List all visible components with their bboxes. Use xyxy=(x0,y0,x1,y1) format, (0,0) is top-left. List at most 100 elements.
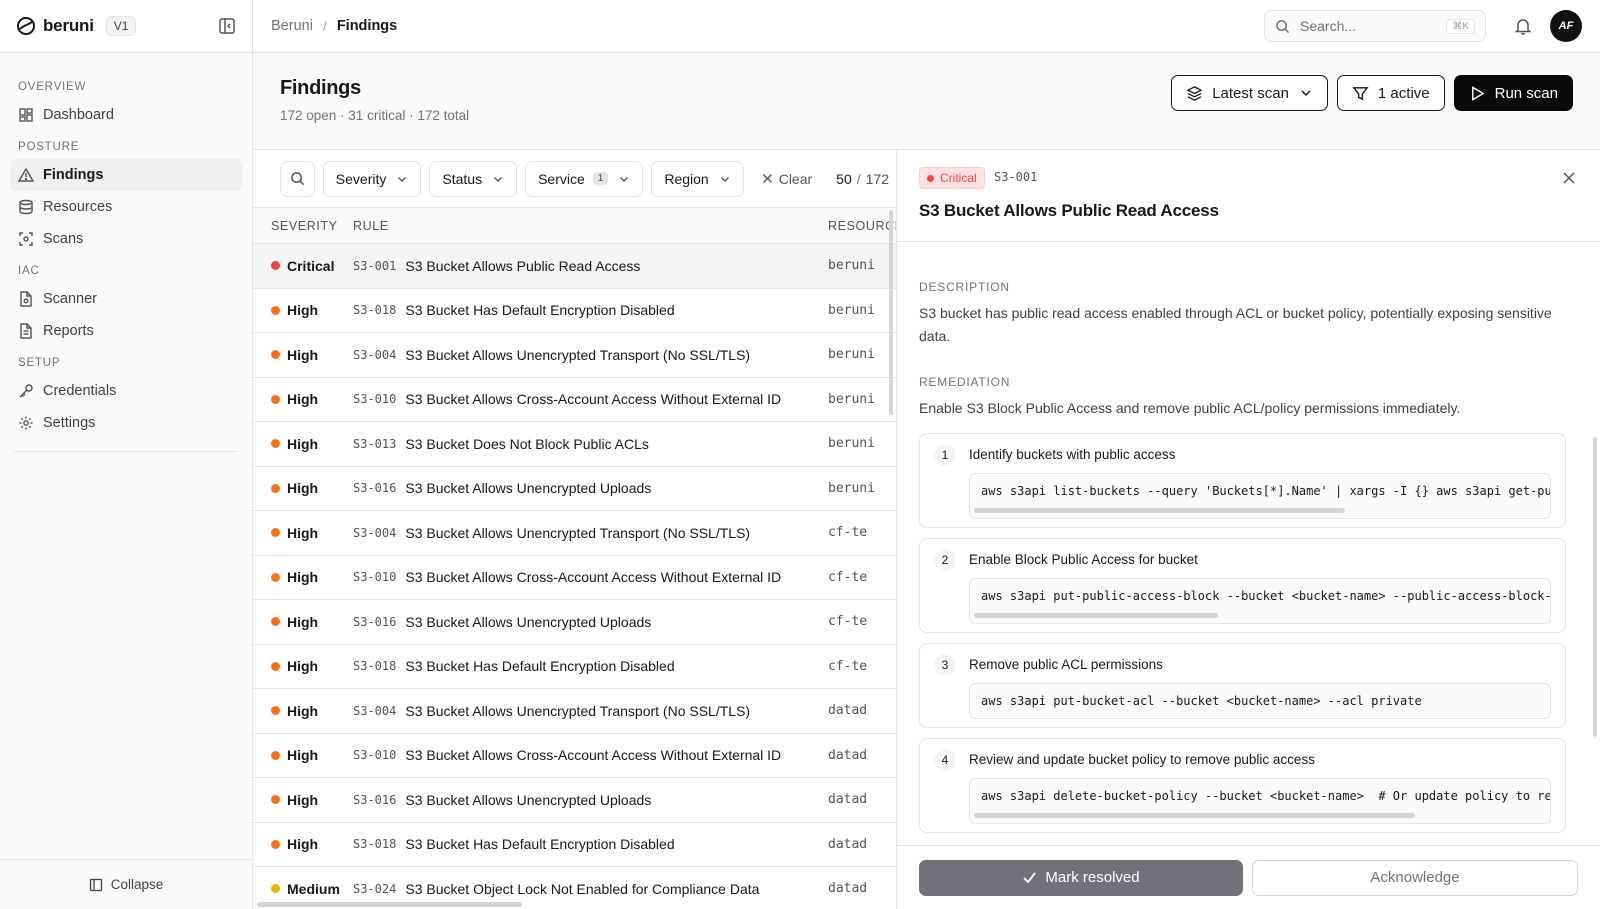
mark-resolved-button[interactable]: Mark resolved xyxy=(919,859,1243,896)
sidebar-item-label: Dashboard xyxy=(43,107,114,123)
code-scrollbar[interactable] xyxy=(974,613,1218,618)
nav-section-posture: POSTURE xyxy=(18,141,80,153)
sidebar-item-scans[interactable]: Scans xyxy=(10,223,242,255)
remediation-steps: 1 Identify buckets with public access aws … xyxy=(919,433,1566,833)
table-row[interactable]: High S3-018 S3 Bucket Has Default Encrypti… xyxy=(253,644,896,689)
filter-search-button[interactable] xyxy=(280,160,315,197)
column-header-rule[interactable]: RULE xyxy=(353,219,828,233)
beruni-logo-icon xyxy=(17,17,35,35)
column-header-severity[interactable]: SEVERITY xyxy=(253,219,353,233)
severity-label: High xyxy=(287,791,319,808)
table-row[interactable]: High S3-016 S3 Bucket Allows Unencrypted U… xyxy=(253,778,896,823)
detail-scrollbar[interactable] xyxy=(1593,437,1597,737)
sidebar-item-dashboard[interactable]: Dashboard xyxy=(10,99,242,131)
severity-badge: Critical xyxy=(919,167,985,189)
table-row[interactable]: High S3-010 S3 Bucket Allows Cross-Account… xyxy=(253,733,896,778)
avatar[interactable]: AF xyxy=(1550,10,1582,42)
bell-icon[interactable] xyxy=(1514,17,1532,35)
severity-label: High xyxy=(287,480,319,497)
finding-title: S3 Bucket Allows Public Read Access xyxy=(919,201,1219,220)
column-header-resource[interactable]: RESOURCE xyxy=(828,219,896,233)
table-row[interactable]: High S3-004 S3 Bucket Allows Unencrypted T… xyxy=(253,511,896,556)
step-command-block[interactable]: aws s3api delete-bucket-policy --bucket … xyxy=(969,778,1551,824)
rule-id: S3-004 xyxy=(353,347,397,362)
severity-cell: High xyxy=(253,836,353,852)
status-filter[interactable]: Status xyxy=(429,160,518,197)
severity-cell: High xyxy=(253,614,353,630)
table-row[interactable]: High S3-016 S3 Bucket Allows Unencrypted U… xyxy=(253,466,896,511)
version-badge: V1 xyxy=(105,16,137,36)
search-input[interactable]: Search... ⌘K xyxy=(1264,10,1486,42)
service-filter[interactable]: Service 1 xyxy=(525,160,644,197)
collapse-button[interactable]: Collapse xyxy=(0,859,252,909)
rule-cell: S3-004 S3 Bucket Allows Unencrypted Trans… xyxy=(353,347,828,363)
severity-cell: High xyxy=(253,480,353,496)
resource-cell: cf-te xyxy=(828,658,868,674)
rule-id: S3-018 xyxy=(353,303,397,318)
rule-id: S3-013 xyxy=(353,436,397,451)
severity-cell: High xyxy=(253,569,353,585)
list-vertical-scrollbar[interactable] xyxy=(889,210,893,415)
severity-cell: Critical xyxy=(253,258,353,274)
resource-cell: cf-te xyxy=(828,525,868,541)
severity-dot xyxy=(271,884,280,894)
table-row[interactable]: High S3-010 S3 Bucket Allows Cross-Account… xyxy=(253,377,896,422)
table-row[interactable]: High S3-013 S3 Bucket Does Not Block Publi… xyxy=(253,422,896,467)
acknowledge-button[interactable]: Acknowledge xyxy=(1252,859,1578,896)
detail-header: Critical S3-001 S3 Bucket Allows Public … xyxy=(897,150,1600,242)
step-number: 4 xyxy=(934,749,956,771)
sidebar-item-resources[interactable]: Resources xyxy=(10,191,242,223)
breadcrumb-separator: / xyxy=(322,18,327,34)
remediation-label: REMEDIATION xyxy=(919,375,1011,389)
rule-cell: S3-018 S3 Bucket Has Default Encryption D… xyxy=(353,836,828,852)
resource-cell: datad xyxy=(828,747,868,763)
run-scan-label: Run scan xyxy=(1494,84,1558,102)
severity-dot xyxy=(271,350,280,360)
table-row[interactable]: High S3-004 S3 Bucket Allows Unencrypted T… xyxy=(253,689,896,734)
sidebar-item-findings[interactable]: Findings xyxy=(10,159,242,191)
filter-icon xyxy=(1352,86,1369,100)
step-number: 2 xyxy=(934,549,956,571)
rule-name: S3 Bucket Has Default Encryption Disable… xyxy=(405,302,675,319)
sidebar-item-credentials[interactable]: Credentials xyxy=(10,375,242,407)
sidebar-item-settings[interactable]: Settings xyxy=(10,407,242,439)
nav-section-iac: IAC xyxy=(18,265,40,277)
rule-name: S3 Bucket Does Not Block Public ACLs xyxy=(405,435,649,452)
table-row[interactable]: High S3-016 S3 Bucket Allows Unencrypted U… xyxy=(253,600,896,645)
filters-button[interactable]: 1 active xyxy=(1336,75,1445,111)
table-row[interactable]: High S3-010 S3 Bucket Allows Cross-Account… xyxy=(253,555,896,600)
step-command-block[interactable]: aws s3api list-buckets --query 'Buckets[… xyxy=(969,473,1551,519)
sidebar-item-scanner[interactable]: Scanner xyxy=(10,283,242,315)
step-command: aws s3api put-public-access-block --buck… xyxy=(981,589,1551,603)
code-scrollbar[interactable] xyxy=(974,508,1346,513)
severity-label: High xyxy=(287,569,319,586)
table-row[interactable]: Critical S3-001 S3 Bucket Allows Public Re… xyxy=(253,244,896,289)
chevron-down-icon xyxy=(1301,90,1311,97)
step-number: 3 xyxy=(934,654,956,676)
sidebar-toggle-icon[interactable] xyxy=(218,17,236,35)
severity-label: High xyxy=(287,836,319,853)
severity-filter[interactable]: Severity xyxy=(322,160,422,197)
rule-cell: S3-013 S3 Bucket Does Not Block Public AC… xyxy=(353,436,828,452)
clear-filters-button[interactable]: Clear xyxy=(762,171,812,187)
table-row[interactable]: High S3-018 S3 Bucket Has Default Encrypti… xyxy=(253,822,896,867)
sidebar-item-reports[interactable]: Reports xyxy=(10,315,242,347)
list-horizontal-scrollbar[interactable] xyxy=(257,902,522,907)
table-row[interactable]: High S3-004 S3 Bucket Allows Unencrypted T… xyxy=(253,333,896,378)
step-command-block[interactable]: aws s3api put-bucket-acl --bucket <bucke… xyxy=(969,683,1551,719)
rule-id: S3-001 xyxy=(353,258,397,273)
close-icon[interactable] xyxy=(1562,171,1576,185)
step-title: Enable Block Public Access for bucket xyxy=(969,552,1198,567)
breadcrumb-root[interactable]: Beruni xyxy=(271,18,313,34)
table-row[interactable]: High S3-018 S3 Bucket Has Default Encrypti… xyxy=(253,288,896,333)
severity-dot xyxy=(271,839,280,849)
region-filter[interactable]: Region xyxy=(651,160,744,197)
scan-select-button[interactable]: Latest scan xyxy=(1171,75,1328,111)
run-scan-button[interactable]: Run scan xyxy=(1453,75,1573,111)
chevron-down-icon xyxy=(720,176,729,182)
severity-cell: High xyxy=(253,747,353,763)
search-placeholder: Search... xyxy=(1300,18,1357,34)
step-command-block[interactable]: aws s3api put-public-access-block --buck… xyxy=(969,578,1551,624)
severity-label: High xyxy=(287,702,319,719)
code-scrollbar[interactable] xyxy=(974,813,1415,818)
